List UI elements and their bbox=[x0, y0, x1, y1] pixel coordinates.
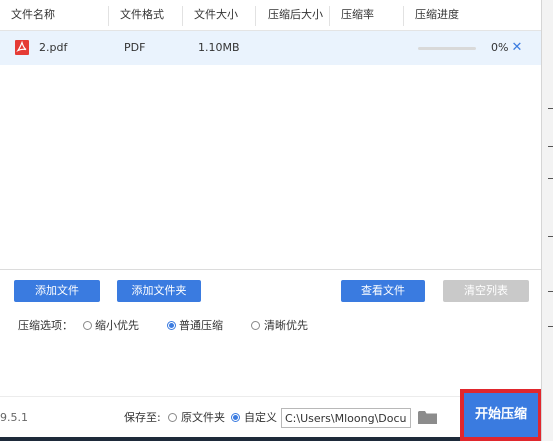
add-file-button[interactable]: 添加文件 bbox=[14, 280, 100, 302]
save-custom-label[interactable]: 自定义 bbox=[244, 411, 277, 425]
column-header-ratio[interactable]: 压缩率 bbox=[333, 0, 374, 31]
file-table: 文件名称 文件格式 文件大小 压缩后大小 压缩率 压缩进度 2.pdf PDF … bbox=[0, 0, 541, 270]
taskbar-edge bbox=[0, 437, 460, 441]
option-smaller-radio[interactable] bbox=[83, 321, 92, 330]
add-folder-button[interactable]: 添加文件夹 bbox=[117, 280, 201, 302]
save-original-folder-label[interactable]: 原文件夹 bbox=[181, 411, 225, 425]
column-header-format[interactable]: 文件格式 bbox=[112, 0, 164, 31]
edge-mark bbox=[548, 108, 553, 109]
option-normal-label[interactable]: 普通压缩 bbox=[179, 319, 223, 333]
option-normal-radio[interactable] bbox=[167, 321, 176, 330]
column-header-compressed-size[interactable]: 压缩后大小 bbox=[260, 0, 323, 31]
column-divider bbox=[255, 6, 256, 26]
compressor-window: 文件名称 文件格式 文件大小 压缩后大小 压缩率 压缩进度 2.pdf PDF … bbox=[0, 0, 542, 441]
table-row[interactable]: 2.pdf PDF 1.10MB 0% ✕ bbox=[0, 31, 541, 65]
column-divider bbox=[182, 6, 183, 26]
column-header-size[interactable]: 文件大小 bbox=[186, 0, 238, 31]
version-label: 9.5.1 bbox=[0, 411, 28, 424]
background-window-edge bbox=[541, 0, 553, 441]
file-name: 2.pdf bbox=[39, 41, 68, 54]
file-size: 1.10MB bbox=[198, 41, 240, 54]
view-file-button[interactable]: 查看文件 bbox=[341, 280, 425, 302]
clear-list-button[interactable]: 清空列表 bbox=[443, 280, 529, 302]
column-divider bbox=[329, 6, 330, 26]
compression-options-label: 压缩选项： bbox=[18, 319, 73, 332]
progress-percent: 0% bbox=[491, 41, 509, 54]
option-clarity-radio[interactable] bbox=[251, 321, 260, 330]
column-header-name[interactable]: 文件名称 bbox=[3, 0, 55, 31]
table-header: 文件名称 文件格式 文件大小 压缩后大小 压缩率 压缩进度 bbox=[0, 0, 541, 31]
edge-mark bbox=[548, 236, 553, 237]
pdf-file-icon bbox=[15, 40, 29, 55]
column-divider bbox=[403, 6, 404, 26]
progress-bar bbox=[418, 47, 476, 50]
folder-icon[interactable] bbox=[418, 410, 437, 425]
option-clarity-label[interactable]: 清晰优先 bbox=[264, 319, 308, 333]
file-format: PDF bbox=[124, 41, 146, 54]
column-header-progress[interactable]: 压缩进度 bbox=[407, 0, 459, 31]
option-smaller-label[interactable]: 缩小优先 bbox=[95, 319, 139, 333]
save-to-label: 保存至: bbox=[124, 411, 161, 424]
save-path-input[interactable] bbox=[281, 408, 411, 428]
save-custom-radio[interactable] bbox=[231, 413, 240, 422]
remove-file-icon[interactable]: ✕ bbox=[511, 41, 523, 55]
edge-mark bbox=[548, 326, 553, 327]
column-divider bbox=[108, 6, 109, 26]
edge-mark bbox=[548, 146, 553, 147]
start-compress-button[interactable]: 开始压缩 bbox=[464, 393, 538, 437]
save-original-folder-radio[interactable] bbox=[168, 413, 177, 422]
edge-mark bbox=[548, 291, 553, 292]
edge-mark bbox=[548, 178, 553, 179]
